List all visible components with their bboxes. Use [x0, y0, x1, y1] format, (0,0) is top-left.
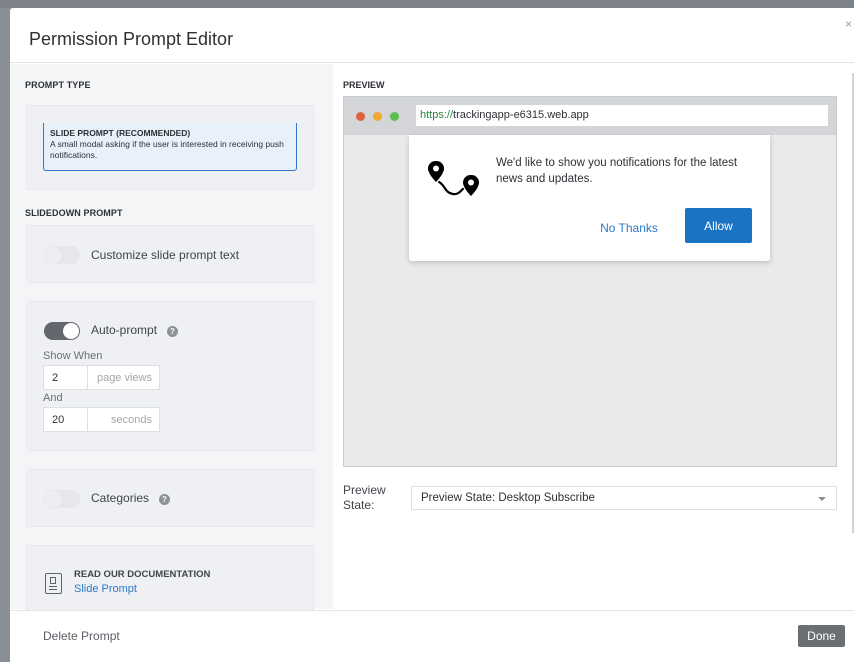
- background-strip: [0, 0, 854, 8]
- auto-prompt-label: Auto-prompt: [91, 323, 158, 337]
- documentation-card: READ OUR DOCUMENTATION Slide Prompt: [26, 545, 314, 615]
- slide-prompt-doc-link[interactable]: Slide Prompt: [74, 583, 137, 595]
- no-thanks-button[interactable]: No Thanks: [584, 210, 674, 246]
- allow-button[interactable]: Allow: [685, 208, 752, 243]
- show-when-label: Show When: [43, 350, 103, 362]
- help-icon[interactable]: ?: [167, 326, 178, 337]
- auto-prompt-card: Auto-prompt ? Show When 2 page views And…: [26, 301, 314, 451]
- modal-title: Permission Prompt Editor: [29, 29, 234, 49]
- categories-toggle[interactable]: [44, 490, 80, 508]
- prompt-type-card: SLIDE PROMPT (RECOMMENDED) A small modal…: [26, 105, 314, 190]
- and-label: And: [43, 392, 63, 404]
- customize-text-label: Customize slide prompt text: [91, 248, 240, 262]
- notification-prompt: We'd like to show you notifications for …: [409, 135, 770, 261]
- settings-panel: PROMPT TYPE SLIDE PROMPT (RECOMMENDED) A…: [10, 64, 333, 615]
- categories-label: Categories: [91, 491, 150, 505]
- seconds-input[interactable]: 20: [43, 407, 88, 432]
- preview-state-label: Preview State:: [343, 483, 386, 512]
- customize-card: Customize slide prompt text: [26, 225, 314, 283]
- prompt-type-label: PROMPT TYPE: [25, 80, 91, 90]
- delete-prompt-button[interactable]: Delete Prompt: [43, 629, 120, 643]
- preview-state-select[interactable]: Preview State: Desktop Subscribe: [411, 486, 837, 510]
- browser-preview: https://trackingapp-e6315.web.app We'd l…: [343, 96, 837, 467]
- modal-header: Permission Prompt Editor: [10, 8, 854, 63]
- page-views-input[interactable]: 2: [43, 365, 88, 390]
- slide-prompt-description: A small modal asking if the user is inte…: [50, 139, 284, 160]
- toggle-knob: [44, 490, 62, 508]
- permission-prompt-editor-modal: × Permission Prompt Editor PROMPT TYPE S…: [10, 8, 854, 662]
- slide-prompt-option[interactable]: SLIDE PROMPT (RECOMMENDED) A small modal…: [43, 123, 297, 171]
- slide-prompt-title: SLIDE PROMPT (RECOMMENDED): [50, 128, 191, 138]
- categories-card: Categories ?: [26, 469, 314, 527]
- chevron-down-icon: [818, 497, 826, 501]
- page-views-unit: page views: [88, 365, 160, 390]
- close-icon[interactable]: ×: [845, 18, 852, 30]
- url-protocol: https://: [420, 109, 454, 121]
- toggle-knob: [44, 246, 62, 264]
- preview-label: PREVIEW: [343, 80, 385, 90]
- preview-state-value: Preview State: Desktop Subscribe: [421, 492, 595, 504]
- done-button[interactable]: Done: [798, 625, 845, 647]
- slidedown-prompt-label: SLIDEDOWN PROMPT: [25, 208, 123, 218]
- route-icon: [428, 161, 479, 196]
- documentation-title: READ OUR DOCUMENTATION: [74, 569, 211, 580]
- modal-footer: Delete Prompt Done: [10, 610, 854, 662]
- url-host: trackingapp-e6315.web.app: [453, 109, 589, 121]
- browser-toolbar: https://trackingapp-e6315.web.app: [344, 97, 836, 135]
- minimize-window-dot-icon: [373, 112, 382, 121]
- seconds-unit: seconds: [88, 407, 160, 432]
- toggle-knob: [63, 323, 79, 339]
- document-icon: [45, 573, 62, 594]
- notification-message: We'd like to show you notifications for …: [496, 157, 738, 185]
- maximize-window-dot-icon: [390, 112, 399, 121]
- help-icon[interactable]: ?: [159, 494, 170, 505]
- customize-text-toggle[interactable]: [44, 246, 80, 264]
- close-window-dot-icon: [356, 112, 365, 121]
- auto-prompt-toggle[interactable]: [44, 322, 80, 340]
- address-bar: https://trackingapp-e6315.web.app: [416, 105, 828, 126]
